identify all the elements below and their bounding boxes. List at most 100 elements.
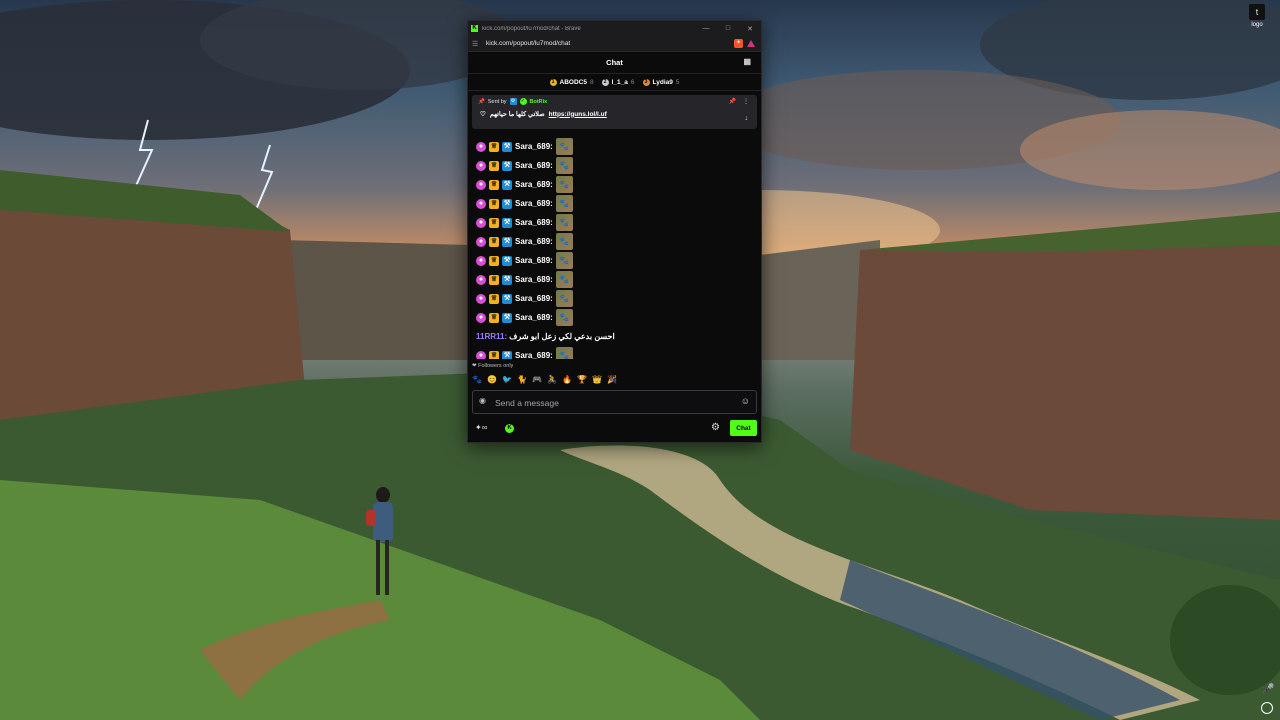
close-icon[interactable]: ✕: [739, 25, 761, 33]
emote-icon: 🐾: [555, 309, 573, 326]
chat-message[interactable]: ● ♕ ⚒ Sara_689: 🐾: [468, 232, 761, 251]
chat-message[interactable]: ● ♕ ⚒ Sara_689: 🐾: [468, 194, 761, 213]
chat-message[interactable]: 11RR11: احسن بدعي لكي زعل ابو شرف: [468, 327, 761, 346]
subscriber-badge-icon: ●: [476, 217, 486, 228]
emote-icon: 🐾: [555, 138, 573, 155]
chat-message[interactable]: ● ♕ ⚒ Sara_689: 🐾: [468, 270, 761, 289]
message-username[interactable]: Sara_689:: [515, 237, 553, 246]
tool-badge-icon: ⚒: [502, 274, 512, 285]
heart-icon: ❤: [472, 363, 477, 369]
address-bar[interactable]: ☰ kick.com/popout/lu7mod/chat ✦: [468, 36, 761, 52]
chat-message[interactable]: ● ♕ ⚒ Sara_689: 🐾: [468, 156, 761, 175]
leaderboard-entry[interactable]: 3 Lydia9 5: [642, 78, 679, 86]
message-username[interactable]: Sara_689:: [515, 142, 553, 151]
tool-badge-icon: ⚒: [502, 160, 512, 171]
pinned-sender-name[interactable]: BotRix: [530, 99, 548, 105]
message-input[interactable]: [493, 394, 737, 412]
chat-message[interactable]: ● ♕ ⚒ Sara_689: 🐾: [468, 289, 761, 308]
message-username[interactable]: Sara_689:: [515, 275, 553, 284]
leaderboard-entry[interactable]: 2 l_1_a 6: [601, 78, 635, 86]
pinned-message: 📌 Sent by ⚙ ✓ BotRix ♡ صلاتي كلها ما حيا…: [472, 95, 757, 129]
browser-window: K kick.com/popout/lu7mod/chat - Brave — …: [467, 20, 762, 443]
message-username[interactable]: Sara_689:: [515, 180, 553, 189]
emote-icon[interactable]: 🔥: [561, 374, 573, 385]
site-settings-icon[interactable]: ☰: [472, 40, 482, 48]
crown-badge-icon: ♕: [489, 255, 499, 266]
emote-picker-icon[interactable]: ◉: [479, 396, 486, 405]
emote-icon[interactable]: 🐾: [471, 374, 483, 385]
chat-message[interactable]: ● ♕ ⚒ Sara_689: 🐾: [468, 251, 761, 270]
message-username[interactable]: Sara_689:: [515, 256, 553, 265]
pinned-sender-row: 📌 Sent by ⚙ ✓ BotRix: [478, 98, 547, 105]
more-options-icon[interactable]: ⋮: [743, 99, 749, 105]
chat-header: Chat ▦: [468, 52, 761, 74]
emote-icon: 🐾: [555, 195, 573, 212]
gear-icon[interactable]: ⚙: [711, 422, 720, 433]
tool-badge-icon: ⚒: [502, 293, 512, 304]
tool-badge-icon: ⚒: [502, 255, 512, 266]
tool-badge-icon: ⚒: [502, 198, 512, 209]
emote-icon[interactable]: 🏆: [576, 374, 588, 385]
tool-badge-icon: ⚒: [502, 350, 512, 359]
message-username[interactable]: Sara_689:: [515, 199, 553, 208]
crown-badge-icon: ♕: [489, 160, 499, 171]
chat-message[interactable]: ● ♕ ⚒ Sara_689: 🐾: [468, 346, 761, 359]
send-chat-button[interactable]: Chat: [730, 420, 757, 436]
emote-icon: 🐾: [555, 233, 573, 250]
microphone-icon[interactable]: 🎤: [1262, 684, 1274, 695]
pinned-text: صلاتي كلها ما حياتهم: [489, 111, 545, 118]
crown-badge-icon: ♕: [489, 293, 499, 304]
chat-message[interactable]: ● ♕ ⚒ Sara_689: 🐾: [468, 308, 761, 327]
emote-icon[interactable]: 🚴: [546, 374, 558, 385]
followers-only-notice: ❤ Followers only: [472, 363, 513, 369]
emote-icon[interactable]: 👑: [591, 374, 603, 385]
minimize-icon[interactable]: —: [695, 25, 717, 32]
sent-by-label: Sent by: [487, 98, 507, 105]
chat-messages: ● ♕ ⚒ Sara_689: 🐾 ● ♕ ⚒ Sara_689: 🐾 ● ♕ ⚒ Sara_6…: [468, 137, 761, 359]
smiley-icon[interactable]: ☺: [741, 396, 750, 406]
message-username[interactable]: Sara_689:: [515, 294, 553, 303]
message-username[interactable]: Sara_689:: [515, 313, 553, 322]
leaderboard-entry[interactable]: 1 ABODC5 8: [549, 78, 594, 86]
brave-rewards-icon[interactable]: [747, 40, 755, 47]
chat-message[interactable]: ● ♕ ⚒ Sara_689: 🐾: [468, 213, 761, 232]
emote-icon[interactable]: 🐈: [516, 374, 528, 385]
subscriber-badge-icon: ●: [476, 274, 486, 285]
crown-badge-icon: ♕: [489, 350, 499, 359]
subscriber-badge-icon: ●: [476, 350, 486, 359]
expand-down-icon[interactable]: ↓: [745, 115, 749, 122]
url-text[interactable]: kick.com/popout/lu7mod/chat: [486, 40, 734, 47]
message-username[interactable]: Sara_689:: [515, 161, 553, 170]
leader-name: l_1_a: [611, 78, 628, 86]
message-input-box[interactable]: ◉ ☺: [472, 390, 757, 414]
crown-badge-icon: ♕: [489, 198, 499, 209]
message-text: احسن بدعي لكي زعل ابو شرف: [509, 332, 615, 341]
unpin-icon[interactable]: 📌: [729, 99, 736, 105]
bot-badge-icon: ⚙: [509, 98, 517, 105]
subscriber-badge-icon: ●: [476, 255, 486, 266]
chat-message[interactable]: ● ♕ ⚒ Sara_689: 🐾: [468, 137, 761, 156]
message-username[interactable]: Sara_689:: [515, 351, 553, 359]
desktop-logo-shortcut[interactable]: t logo: [1246, 4, 1268, 28]
pinned-link[interactable]: https://guns.lol/l.uf: [549, 111, 607, 118]
message-username[interactable]: 11RR11:: [476, 332, 507, 341]
infinity-points-icon[interactable]: ✦∞: [475, 423, 487, 432]
message-username[interactable]: Sara_689:: [515, 218, 553, 227]
leader-name: ABODC5: [559, 78, 587, 86]
subscriber-badge-icon: ●: [476, 236, 486, 247]
emote-icon[interactable]: 🎮: [531, 374, 543, 385]
emote-icon[interactable]: 🐦: [501, 374, 513, 385]
brave-shields-icon[interactable]: ✦: [734, 39, 743, 48]
emote-icon[interactable]: 😊: [486, 374, 498, 385]
users-icon[interactable]: ▦: [743, 57, 751, 66]
target-icon[interactable]: [1261, 702, 1273, 714]
tool-badge-icon: ⚒: [502, 179, 512, 190]
emote-icon: 🐾: [555, 347, 573, 359]
chat-message[interactable]: ● ♕ ⚒ Sara_689: 🐾: [468, 175, 761, 194]
emote-icon: 🐾: [555, 271, 573, 288]
kick-points-icon[interactable]: K: [505, 424, 514, 433]
quick-emote-bar: 🐾 😊 🐦 🐈 🎮 🚴 🔥 🏆 👑 🎉: [471, 374, 618, 385]
pinned-tools: 📌 ⋮: [729, 98, 749, 105]
maximize-icon[interactable]: □: [717, 25, 739, 32]
emote-icon[interactable]: 🎉: [606, 374, 618, 385]
